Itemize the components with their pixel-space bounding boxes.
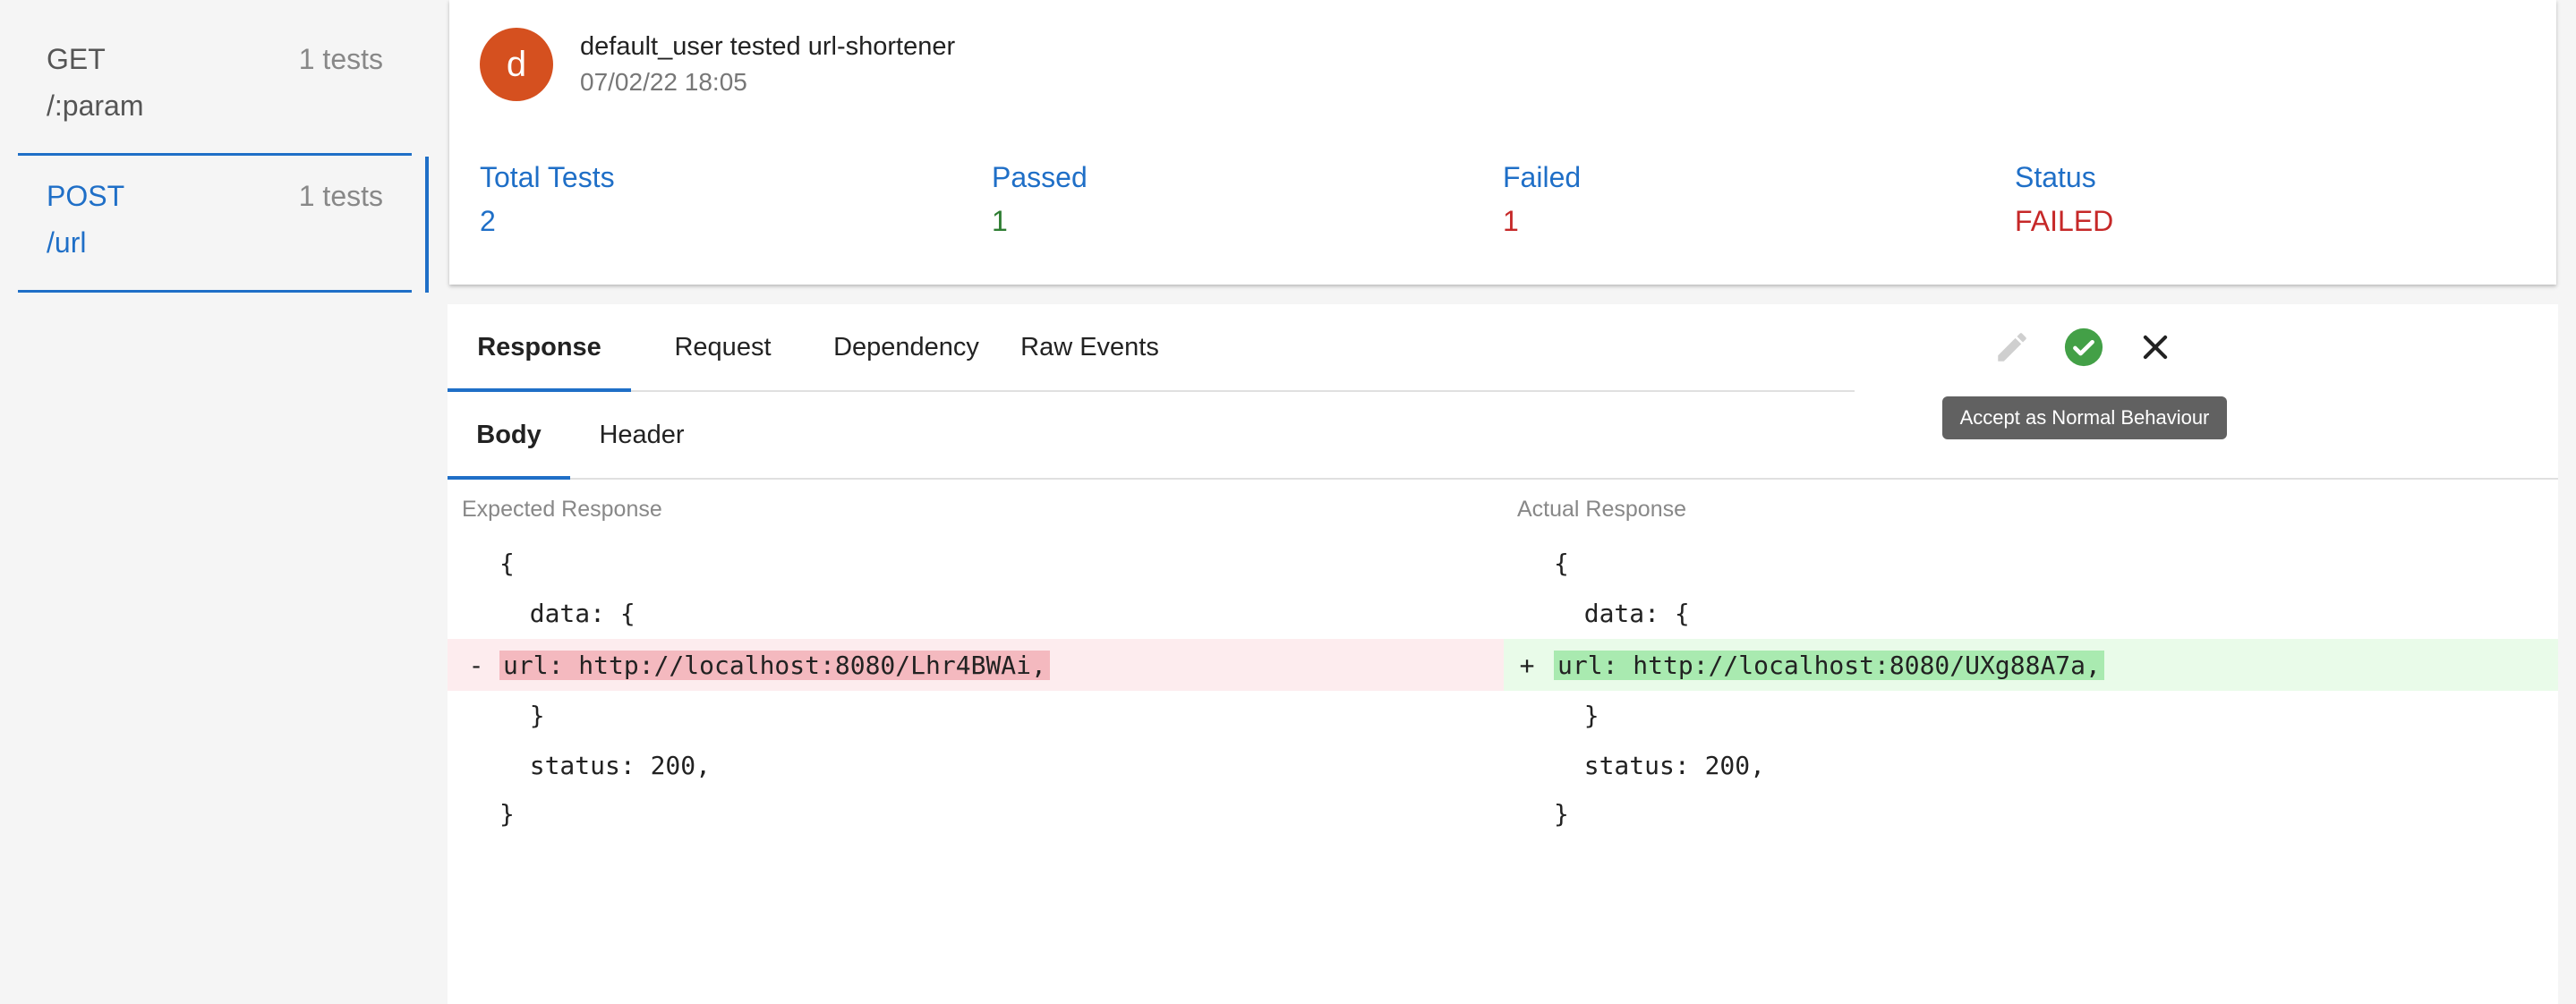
code-line: data: {	[1554, 598, 1690, 628]
run-timestamp: 07/02/22 18:05	[580, 68, 747, 96]
stat-value: 1	[992, 205, 1008, 237]
removed-text: url: http://localhost:8080/Lhr4BWAi,	[499, 650, 1050, 680]
avatar: d	[480, 28, 553, 101]
active-route-indicator	[425, 157, 429, 293]
tab-header[interactable]: Header	[570, 392, 713, 478]
code-line: }	[499, 798, 515, 829]
code-line: }	[1554, 798, 1569, 829]
body-header-tabs: Body Header	[448, 392, 2558, 480]
code-line: data: {	[499, 598, 635, 628]
code-line: {	[499, 548, 515, 578]
tab-body[interactable]: Body	[448, 392, 570, 480]
stat-label: Total Tests	[480, 161, 615, 193]
tab-request[interactable]: Request	[631, 304, 815, 390]
stat-label: Failed	[1503, 161, 1582, 193]
code-line-added: url: http://localhost:8080/UXg88A7a,	[1554, 639, 2104, 691]
stat-label: Passed	[992, 161, 1088, 193]
route-method: POST	[47, 180, 125, 212]
route-post-url[interactable]: POST /url 1 tests	[18, 157, 412, 293]
route-test-count: 1 tests	[298, 43, 383, 75]
stat-label: Status	[2015, 161, 2096, 193]
tab-dependency[interactable]: Dependency	[815, 304, 998, 390]
stat-status: Status FAILED	[2015, 161, 2113, 238]
code-line-removed: url: http://localhost:8080/Lhr4BWAi,	[499, 639, 1050, 691]
reject-button[interactable]	[2130, 322, 2180, 372]
removed-marker: -	[468, 650, 484, 680]
stat-value: 1	[1503, 205, 1519, 237]
close-icon	[2143, 335, 2168, 360]
stat-total-tests: Total Tests 2	[480, 161, 615, 238]
stat-value: 2	[480, 205, 496, 237]
edit-button[interactable]	[1987, 322, 2037, 372]
tab-raw-events[interactable]: Raw Events	[998, 304, 1181, 390]
response-panel: Response Request Dependency Raw Events A…	[448, 304, 2558, 1004]
stat-value: FAILED	[2015, 205, 2114, 237]
code-line: }	[499, 700, 545, 730]
code-line: status: 200,	[1554, 750, 1766, 780]
main-tabs: Response Request Dependency Raw Events	[448, 304, 1855, 392]
route-method: GET	[47, 43, 106, 75]
code-line: status: 200,	[499, 750, 712, 780]
code-line: }	[1554, 700, 1599, 730]
sidebar: GET /:param 1 tests POST /url 1 tests	[0, 0, 448, 1004]
added-text: url: http://localhost:8080/UXg88A7a,	[1554, 650, 2104, 680]
added-marker: +	[1519, 650, 1535, 680]
actual-response-title: Actual Response	[1517, 497, 1687, 522]
route-get-param[interactable]: GET /:param 1 tests	[18, 20, 412, 156]
test-run-summary-card: d default_user tested url-shortener 07/0…	[449, 0, 2556, 285]
stat-failed: Failed 1	[1503, 161, 1581, 238]
expected-response-title: Expected Response	[462, 497, 662, 522]
check-circle-icon	[2064, 328, 2103, 367]
code-line: {	[1554, 548, 1569, 578]
tab-response[interactable]: Response	[448, 304, 631, 392]
accept-button[interactable]	[2059, 322, 2109, 372]
route-path: /:param	[47, 89, 144, 122]
run-title: default_user tested url-shortener	[580, 32, 956, 61]
pencil-icon	[1998, 333, 2026, 362]
route-test-count: 1 tests	[298, 180, 383, 212]
route-path: /url	[47, 226, 87, 259]
stat-passed: Passed 1	[992, 161, 1088, 238]
